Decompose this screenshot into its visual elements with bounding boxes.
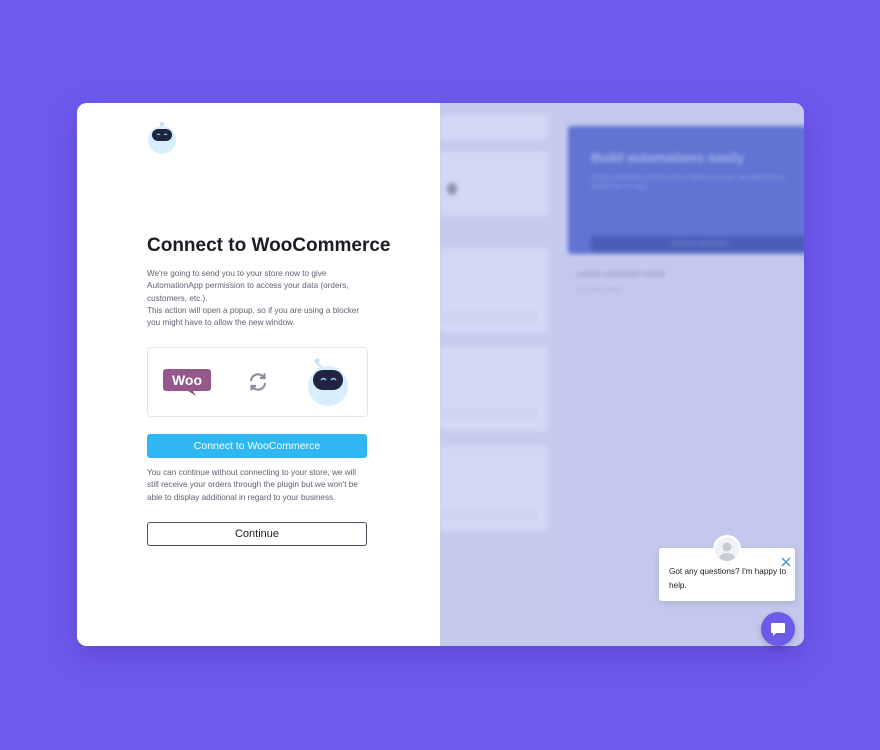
bg-latest-empty: No recent events: [577, 287, 623, 293]
close-icon[interactable]: [781, 554, 791, 567]
connection-illustration: Woo: [147, 347, 368, 417]
sync-icon: [247, 371, 269, 393]
continue-note: You can continue without connecting to y…: [147, 468, 358, 502]
robot-logo-icon: [146, 121, 178, 155]
woocommerce-logo-icon: Woo: [163, 368, 211, 396]
robot-mascot-icon: [305, 357, 351, 407]
bg-input: [440, 308, 540, 326]
description-text-1: We're going to send you to your store no…: [147, 269, 349, 303]
bg-promo-card: Build automations easily Design automate…: [568, 126, 804, 254]
bg-input: [440, 505, 540, 523]
bg-promo-button: Create an automation: [591, 236, 804, 252]
bg-panel: [440, 115, 548, 140]
connect-woocommerce-button[interactable]: Connect to WooCommerce: [147, 434, 367, 458]
bg-latest-title: Latests automation events: [577, 271, 666, 278]
description-text-2: This action will open a popup, so if you…: [147, 305, 360, 328]
bg-promo-text: Design automated ecommerce flows without…: [591, 175, 786, 190]
modal-title: Connect to WooCommerce: [147, 235, 391, 256]
connect-panel: Connect to WooCommerce We're going to se…: [77, 103, 440, 646]
continue-button[interactable]: Continue: [147, 522, 367, 546]
modal-description: We're going to send you to your store no…: [147, 268, 369, 329]
user-avatar-icon: [713, 535, 741, 563]
woo-logo-text: Woo: [172, 372, 202, 388]
bg-promo-title: Build automations easily: [591, 150, 745, 165]
bg-panel: [440, 151, 548, 216]
bg-input: [440, 406, 540, 424]
chat-message: Got any questions? I'm happy to help.: [669, 567, 787, 590]
chat-launcher-button[interactable]: [761, 612, 795, 646]
bg-status-dot: [447, 183, 457, 195]
chat-bubble-icon: [771, 623, 785, 636]
